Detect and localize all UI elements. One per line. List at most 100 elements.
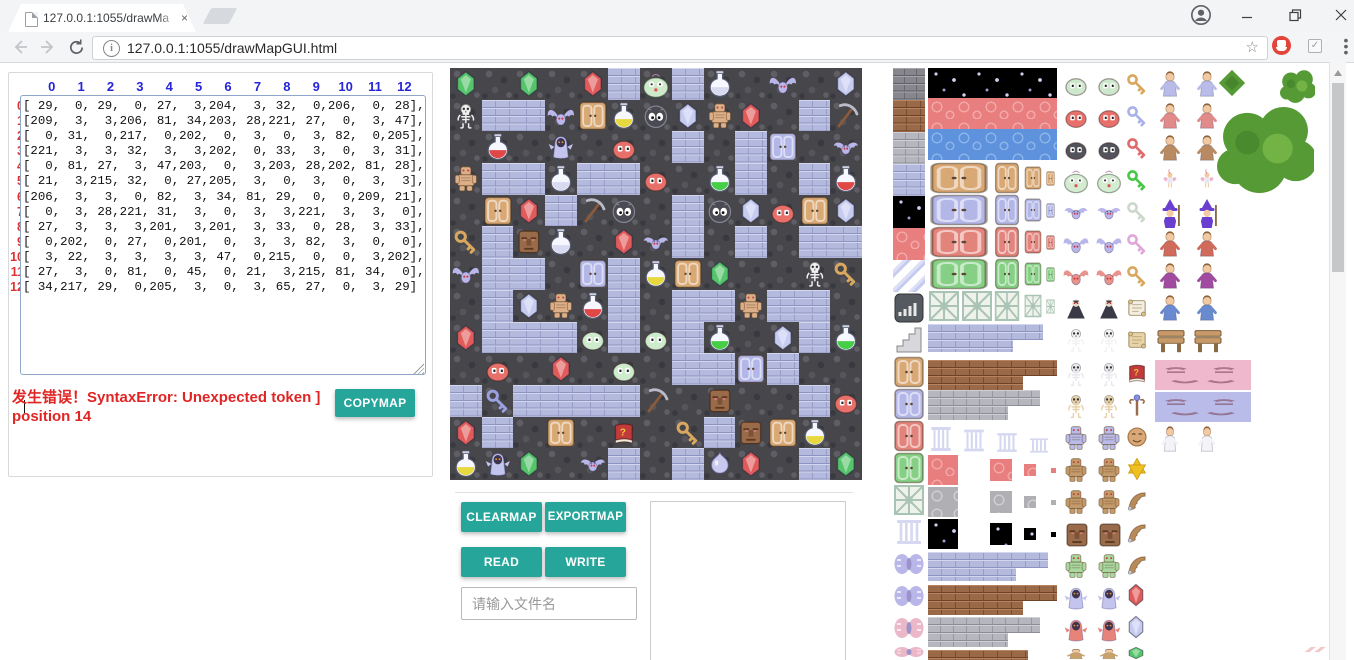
map-tile-pickaxe[interactable] — [577, 195, 609, 227]
map-tile-pale-blue-gem[interactable] — [735, 195, 767, 227]
palette-tile-pillar[interactable] — [961, 426, 987, 455]
palette-tile-scroll[interactable] — [1124, 295, 1150, 321]
map-tile-wooden-door[interactable] — [799, 195, 831, 227]
map-tile-dark-cobblestone-floor[interactable] — [735, 258, 767, 290]
map-tile-silver-potion[interactable] — [545, 163, 577, 195]
read-button[interactable]: READ — [461, 547, 542, 577]
map-tile-dark-cobblestone-floor[interactable] — [830, 353, 862, 385]
palette-tile-ghost[interactable] — [1062, 616, 1090, 644]
palette-tile-door[interactable] — [1024, 262, 1042, 286]
profile-icon[interactable] — [1190, 4, 1212, 26]
palette-tile-door[interactable] — [1046, 235, 1055, 250]
palette-tile-tex-stone-gray[interactable] — [928, 406, 1008, 420]
palette-tile-book[interactable]: ? — [1124, 360, 1150, 386]
map-tile-lavender-brick-wall[interactable] — [672, 448, 704, 480]
palette-tile-tex-diag[interactable] — [893, 260, 925, 292]
clearmap-button[interactable]: CLEARMAP — [461, 502, 542, 532]
palette-tile-bat[interactable] — [1095, 198, 1123, 226]
palette-tile-slime[interactable] — [1095, 70, 1123, 98]
palette-tile-key[interactable] — [1124, 167, 1150, 193]
map-tile-lavender-brick-wall[interactable] — [767, 353, 799, 385]
palette-tile-person[interactable] — [1095, 648, 1123, 660]
map-tile-lavender-brick-wall[interactable] — [608, 290, 640, 322]
palette-tile-golem[interactable] — [1062, 424, 1090, 452]
palette-tile-tex-star[interactable] — [1024, 528, 1036, 540]
palette-tile-door[interactable] — [893, 420, 925, 452]
palette-tile-ghost[interactable] — [1062, 584, 1090, 612]
map-tile-yellow-potion[interactable] — [799, 417, 831, 449]
map-tile-tan-golem[interactable] — [450, 163, 482, 195]
palette-tile-key[interactable] — [1124, 103, 1150, 129]
map-tile-dark-cobblestone-floor[interactable] — [640, 131, 672, 163]
map-tile-lavender-brick-wall[interactable] — [545, 195, 577, 227]
map-tile-lavender-brick-wall[interactable] — [450, 385, 482, 417]
map-tile-lavender-brick-wall[interactable] — [513, 258, 545, 290]
palette-tile-golem[interactable] — [1062, 488, 1090, 516]
map-tile-dark-cobblestone-floor[interactable] — [767, 163, 799, 195]
map-tile-yellow-potion[interactable] — [640, 258, 672, 290]
map-tile-lavender-brick-wall[interactable] — [482, 322, 514, 354]
palette-tile-tex-star[interactable] — [893, 196, 925, 228]
page-scrollbar[interactable] — [1329, 62, 1346, 660]
palette-tile-door[interactable] — [928, 162, 990, 194]
palette-tile-tex-red[interactable] — [1024, 464, 1036, 476]
map-tile-skeleton[interactable] — [799, 258, 831, 290]
palette-tile-statue[interactable] — [1062, 520, 1092, 550]
map-tile-dark-cobblestone-floor[interactable] — [545, 448, 577, 480]
map-tile-small-bat[interactable] — [577, 448, 609, 480]
write-button[interactable]: WRITE — [545, 547, 626, 577]
map-tile-green-potion[interactable] — [704, 322, 736, 354]
palette-tile-door[interactable] — [928, 258, 990, 290]
map-tile-lavender-brick-wall[interactable] — [735, 163, 767, 195]
map-tile-lavender-brick-wall[interactable] — [577, 385, 609, 417]
palette-tile-pillar[interactable] — [893, 516, 925, 548]
map-tile-dark-cobblestone-floor[interactable] — [545, 258, 577, 290]
palette-tile-skeleton[interactable] — [1095, 392, 1123, 420]
palette-tile-scroll[interactable] — [1124, 327, 1150, 353]
url-bar[interactable]: i 127.0.0.1:1055/drawMapGUI.html ☆ — [92, 36, 1268, 60]
map-canvas[interactable]: ? — [450, 68, 862, 480]
palette-tile-tree-small[interactable] — [1217, 68, 1247, 98]
map-tile-red-potion[interactable] — [830, 163, 862, 195]
map-tile-small-bat[interactable] — [830, 131, 862, 163]
palette-tile-skeleton[interactable] — [1095, 360, 1123, 388]
tileset-palette[interactable]: ? — [893, 68, 1329, 660]
map-tile-dark-cobblestone-floor[interactable] — [640, 448, 672, 480]
palette-tile-key[interactable] — [1124, 231, 1150, 257]
map-tile-lavender-brick-wall[interactable] — [608, 322, 640, 354]
map-tile-green-gem[interactable] — [830, 448, 862, 480]
map-tile-lavender-brick-wall[interactable] — [704, 417, 736, 449]
map-tile-pale-green-slime[interactable] — [577, 322, 609, 354]
map-tile-dark-cobblestone-floor[interactable] — [735, 68, 767, 100]
palette-tile-facewall[interactable] — [1155, 392, 1251, 422]
palette-tile-lattice[interactable] — [893, 484, 925, 516]
palette-tile-person[interactable] — [1155, 229, 1185, 259]
palette-tile-sign[interactable] — [1192, 325, 1224, 355]
map-tile-lavender-brick-wall[interactable] — [545, 322, 577, 354]
map-tile-dark-cobblestone-floor[interactable] — [704, 131, 736, 163]
map-tile-dark-cobblestone-floor[interactable] — [513, 417, 545, 449]
palette-tile-lattice[interactable] — [961, 290, 993, 322]
palette-tile-golem[interactable] — [1095, 488, 1123, 516]
map-tile-dark-cobblestone-floor[interactable] — [545, 68, 577, 100]
map-tile-pale-green-slime[interactable] — [608, 353, 640, 385]
palette-tile-bat2[interactable] — [1095, 262, 1123, 290]
map-tile-large-bat[interactable] — [545, 100, 577, 132]
palette-tile-key[interactable] — [1124, 71, 1150, 97]
map-tile-red-potion[interactable] — [577, 290, 609, 322]
map-tile-lavender-brick-wall[interactable] — [672, 226, 704, 258]
map-tile-pale-blue-gem[interactable] — [767, 322, 799, 354]
map-tile-dark-cobblestone-floor[interactable] — [640, 353, 672, 385]
map-tile-lavender-brick-wall[interactable] — [672, 131, 704, 163]
palette-tile-person[interactable] — [1155, 69, 1185, 99]
map-tile-hooded-ghost[interactable] — [482, 448, 514, 480]
palette-tile-door[interactable] — [1046, 171, 1055, 186]
palette-tile-door[interactable] — [1024, 166, 1042, 190]
map-tile-dark-cobblestone-floor[interactable] — [577, 417, 609, 449]
map-tile-red-gem[interactable] — [545, 353, 577, 385]
palette-tile-slime[interactable] — [1062, 102, 1090, 130]
map-tile-dark-cobblestone-floor[interactable] — [799, 131, 831, 163]
palette-tile-tex-gray-flat[interactable] — [1024, 496, 1036, 508]
map-tile-dark-cobblestone-floor[interactable] — [704, 226, 736, 258]
map-tile-lavender-brick-wall[interactable] — [704, 353, 736, 385]
